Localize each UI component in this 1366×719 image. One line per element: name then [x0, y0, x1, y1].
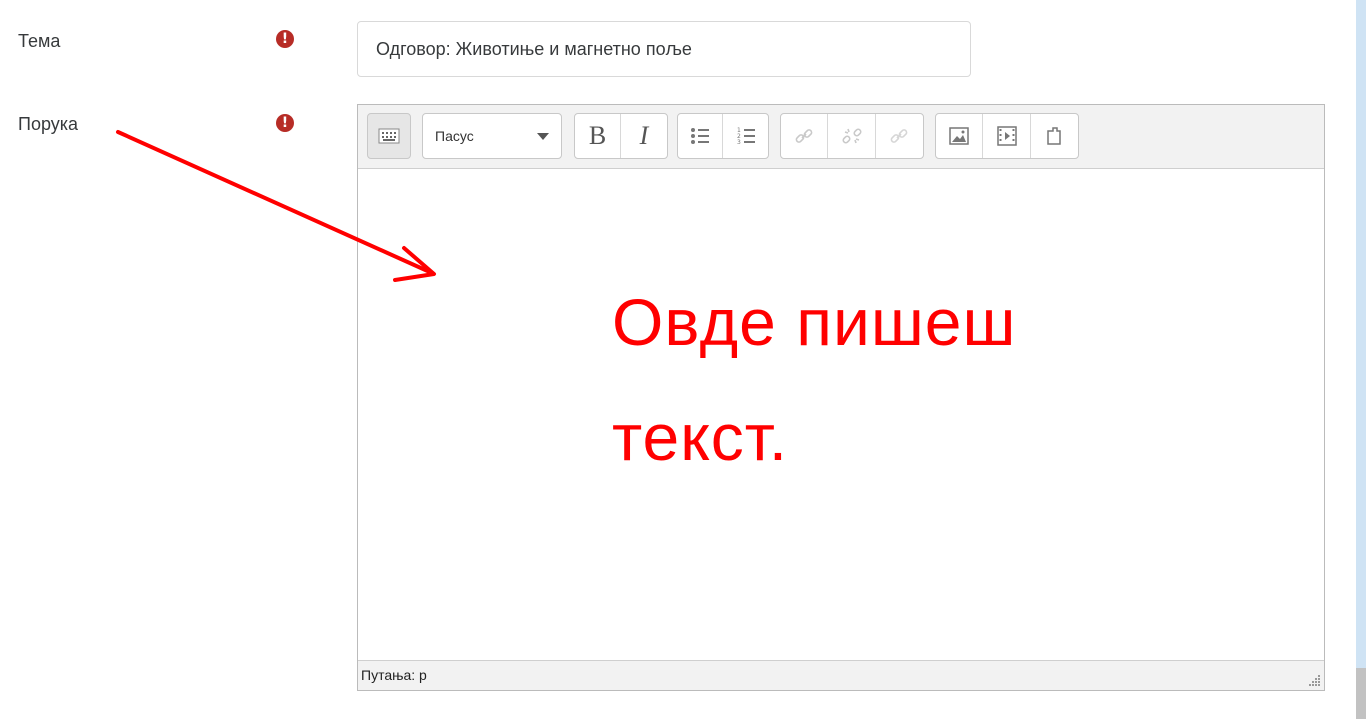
annotation-text: Овде пишеш текст.: [612, 265, 1212, 495]
resize-handle-icon[interactable]: [1307, 673, 1321, 687]
media-group: [935, 113, 1079, 159]
element-path: Путања: p: [361, 667, 427, 683]
link-group: [780, 113, 924, 159]
italic-label: I: [639, 121, 649, 150]
text-style-group: B I: [574, 113, 668, 159]
file-icon[interactable]: [1031, 114, 1078, 158]
message-label: Порука: [18, 114, 79, 134]
svg-text:3: 3: [737, 139, 741, 146]
format-select-value: Пасус: [435, 128, 474, 144]
italic-button[interactable]: I: [621, 114, 667, 158]
page-scrollbar[interactable]: [1356, 0, 1366, 719]
exclamation-circle-icon: !: [276, 114, 294, 132]
chevron-down-icon: [537, 133, 549, 140]
exclamation-circle-icon: !: [276, 30, 294, 48]
annotation-line-2: текст.: [612, 400, 789, 474]
media-icon[interactable]: [983, 114, 1031, 158]
keyboard-toggle-icon[interactable]: [367, 113, 411, 159]
list-group: 123: [677, 113, 769, 159]
annotation-line-1: Овде пишеш: [612, 285, 1017, 359]
cropped-header-link[interactable]: [0, 0, 260, 6]
paragraph-format-select[interactable]: Пасус: [422, 113, 562, 159]
editor-status-bar: Путања: p: [358, 660, 1324, 690]
bold-button[interactable]: B: [575, 114, 621, 158]
bold-label: B: [588, 121, 607, 150]
unordered-list-icon[interactable]: [678, 114, 724, 158]
link-icon[interactable]: [781, 114, 829, 158]
unlink-icon[interactable]: [828, 114, 876, 158]
image-icon[interactable]: [936, 114, 984, 158]
subject-input[interactable]: Одговор: Животиње и магнетно поље: [357, 21, 971, 77]
ordered-list-icon[interactable]: 123: [723, 114, 768, 158]
link-disabled-icon[interactable]: [876, 114, 923, 158]
scrollbar-thumb[interactable]: [1356, 668, 1366, 719]
subject-label: Тема: [18, 31, 61, 51]
editor-toolbar: Пасус B I 1 2 3: [358, 105, 1324, 169]
